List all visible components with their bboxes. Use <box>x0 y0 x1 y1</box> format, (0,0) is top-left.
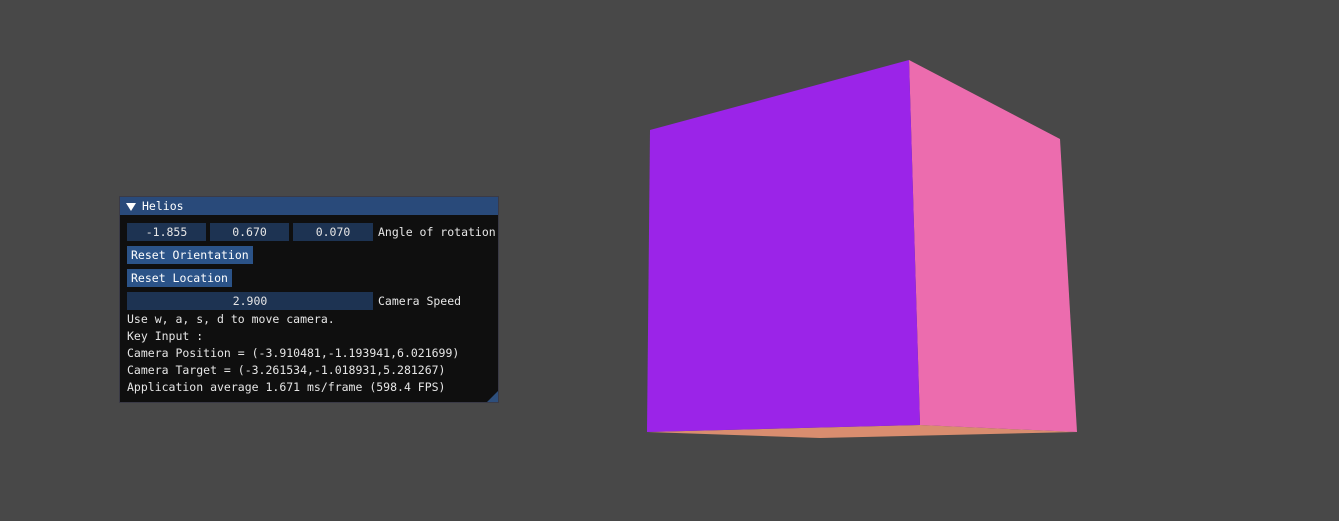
fps-text: Application average 1.671 ms/frame (598.… <box>127 380 446 394</box>
camera-speed-label: Camera Speed <box>378 294 462 308</box>
rotation-row: -1.855 0.670 0.070 Angle of rotation <box>127 223 496 241</box>
window-title: Helios <box>142 199 184 213</box>
resize-grip[interactable] <box>487 391 498 402</box>
reset-location-row: Reset Location <box>127 269 232 287</box>
help-text: Use w, a, s, d to move camera. <box>127 312 335 326</box>
triangle-down-icon[interactable] <box>126 202 136 211</box>
helios-window[interactable]: Helios -1.855 0.670 0.070 Angle of rotat… <box>119 196 499 403</box>
render-viewport[interactable]: Helios -1.855 0.670 0.070 Angle of rotat… <box>0 0 1339 521</box>
camera-position-text: Camera Position = (-3.910481,-1.193941,6… <box>127 346 460 360</box>
rotation-z-input[interactable]: 0.070 <box>293 223 373 241</box>
camera-speed-row: 2.900 Camera Speed <box>127 292 461 310</box>
rotation-x-input[interactable]: -1.855 <box>127 223 206 241</box>
reset-orientation-button[interactable]: Reset Orientation <box>127 246 253 264</box>
cube-side-face <box>909 60 1077 432</box>
key-input-text: Key Input : <box>127 329 204 343</box>
reset-orientation-row: Reset Orientation <box>127 246 253 264</box>
camera-speed-slider[interactable]: 2.900 <box>127 292 373 310</box>
rotation-label: Angle of rotation <box>378 225 496 239</box>
reset-location-button[interactable]: Reset Location <box>127 269 232 287</box>
window-title-bar[interactable]: Helios <box>120 197 498 215</box>
rotation-y-input[interactable]: 0.670 <box>210 223 289 241</box>
cube-front-face <box>647 60 920 432</box>
camera-target-text: Camera Target = (-3.261534,-1.018931,5.2… <box>127 363 446 377</box>
